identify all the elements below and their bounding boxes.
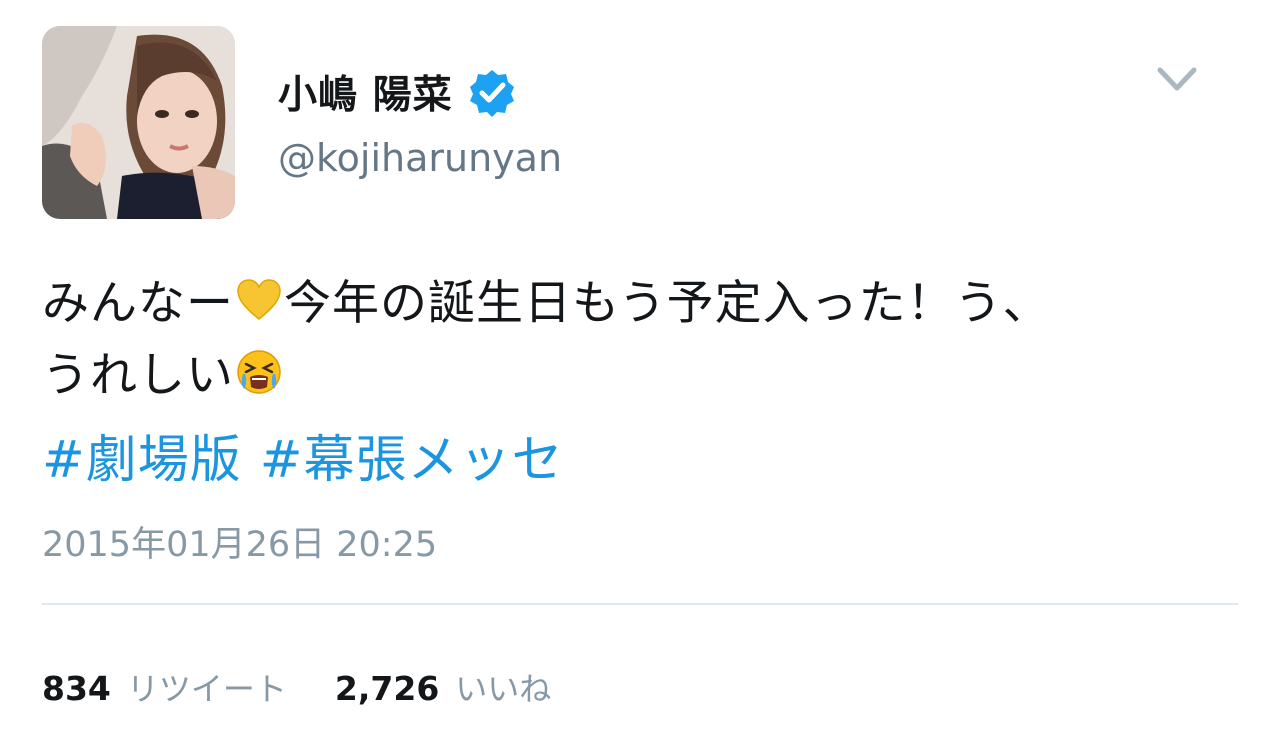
divider (42, 603, 1238, 605)
hashtag-link[interactable]: #劇場版 (42, 431, 242, 490)
tweet-text-part: うれしい (42, 348, 234, 403)
retweet-label[interactable]: リツイート (127, 664, 287, 710)
user-handle[interactable]: @kojiharunyan (278, 136, 562, 180)
display-name[interactable]: 小嶋 陽菜 (278, 64, 453, 120)
chevron-down-icon[interactable] (1152, 62, 1202, 98)
like-label[interactable]: いいね (455, 664, 551, 710)
tweet-text-part: 今年の誕生日もう予定入った！う、 (284, 276, 1051, 331)
tweet-text-part: みんなー (42, 276, 234, 331)
like-count[interactable]: 2,726 (335, 669, 439, 708)
tweet-stats: 834 リツイート 2,726 いいね (42, 664, 599, 710)
avatar[interactable] (42, 26, 235, 219)
tweet-timestamp[interactable]: 2015年01月26日 20:25 (42, 516, 437, 567)
tweet-text: みんなー 今年の誕生日もう予定入った！う、 うれしい (42, 268, 1242, 412)
hashtag-link[interactable]: #幕張メッセ (260, 431, 564, 490)
retweet-count[interactable]: 834 (42, 669, 111, 708)
hashtag-list: #劇場版 #幕張メッセ (42, 418, 581, 492)
verified-badge-icon (469, 70, 514, 117)
yellow-heart-icon (237, 279, 281, 320)
crying-face-icon (237, 350, 281, 394)
avatar-photo (42, 26, 235, 219)
